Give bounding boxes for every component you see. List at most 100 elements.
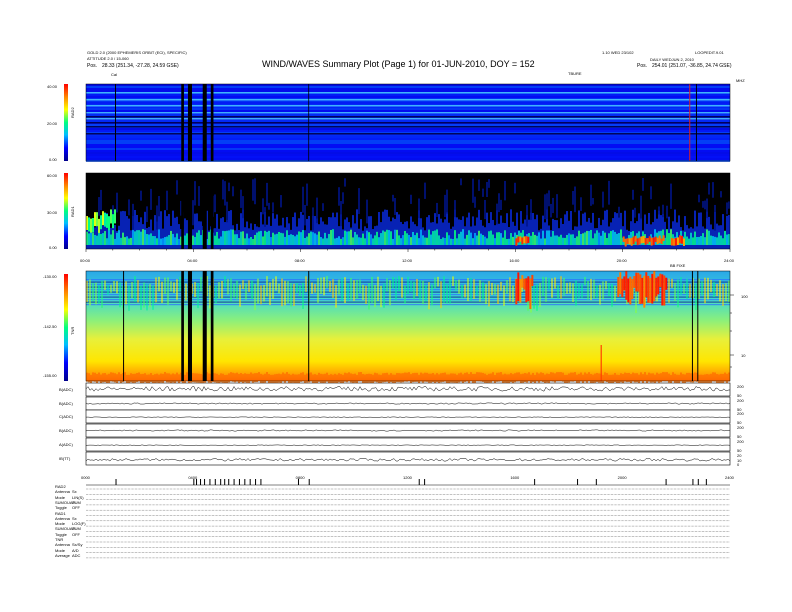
- tnr-bottom: [126, 374, 128, 384]
- info-key: Antenna: [55, 489, 70, 495]
- tnr-emission: [572, 283, 574, 302]
- tnr-label: TNR: [70, 326, 75, 335]
- rad1-streak: [268, 202, 270, 210]
- rad1-emission: [472, 238, 474, 245]
- tnr-intense: [619, 272, 622, 295]
- time-tick-label: 0000: [81, 475, 90, 480]
- tnr-bottom: [94, 372, 96, 382]
- rad1-streak: [544, 194, 546, 220]
- tnr-intense: [531, 274, 534, 287]
- rad1-emission: [364, 238, 366, 245]
- rad1-emission: [264, 230, 266, 245]
- tnr-bottom: [460, 372, 462, 382]
- rad1-streak: [650, 186, 652, 200]
- rad1-emission: [390, 231, 392, 245]
- tnr-bottom: [702, 374, 704, 384]
- tnr-emission: [584, 276, 586, 286]
- tnr-bottom: [564, 374, 566, 384]
- rad1-emission: [192, 235, 194, 245]
- trace-right-tick: 200: [737, 384, 744, 389]
- tnr-bottom: [242, 374, 244, 384]
- tnr-bottom: [326, 372, 328, 382]
- tnr-emission: [410, 280, 412, 292]
- rad1-emission: [458, 233, 460, 245]
- rad1-streak: [608, 180, 610, 205]
- time-tick-label: 1200: [403, 475, 412, 480]
- rad1-streak: [658, 206, 660, 215]
- rad1-emission: [280, 232, 282, 245]
- event-tick: [595, 479, 597, 485]
- tnr-bottom: [164, 372, 166, 382]
- rad1-emission: [466, 234, 468, 245]
- tnr-bottom: [236, 372, 238, 382]
- tnr-emission: [536, 284, 538, 311]
- info-key: Antenna: [55, 515, 70, 521]
- tnr-emission: [383, 283, 385, 308]
- tnr-emission: [377, 276, 379, 301]
- rad1-data-gap: [202, 173, 207, 249]
- rad1-emission: [412, 231, 414, 245]
- tnr-bottom: [170, 374, 172, 384]
- info-key: RAD2: [55, 484, 66, 489]
- rad1-emission: [392, 238, 394, 245]
- tnr-bottom: [508, 374, 510, 384]
- tnr-bottom: [658, 373, 660, 383]
- rad1-streak: [116, 192, 118, 213]
- rad1-emission: [582, 233, 584, 245]
- tnr-emission: [482, 282, 484, 300]
- tnr-emission: [728, 280, 730, 302]
- tnr-bottom: [578, 373, 580, 383]
- tnr-emission: [89, 279, 91, 306]
- rad1-streak: [280, 195, 282, 208]
- rad1-streak: [714, 204, 716, 231]
- info-grid: [86, 488, 730, 559]
- rad1-emission: [596, 230, 598, 245]
- tnr-emission: [230, 278, 232, 302]
- tnr-emission: [173, 282, 175, 293]
- tnr-bottom: [344, 372, 346, 382]
- rad1-emission: [538, 232, 540, 245]
- rad1-intense: [680, 235, 683, 244]
- time-tick-label: 00:00: [80, 258, 91, 263]
- rad1-emission: [140, 231, 142, 245]
- rad1-tick-bottom: 0.00: [49, 245, 57, 250]
- rad1-intense: [678, 235, 681, 244]
- tnr-bottom: [484, 373, 486, 383]
- rad1-emission: [620, 229, 622, 245]
- tnr-bottom: [258, 372, 260, 382]
- tnr-emission: [149, 283, 151, 308]
- tnr-emission: [356, 279, 358, 299]
- rad1-emission: [408, 234, 410, 245]
- rad1-streak: [176, 180, 178, 195]
- info-value: OFF: [72, 531, 80, 537]
- rad1-emission: [226, 230, 228, 245]
- tnr-bottom: [152, 374, 154, 384]
- rad1-streak: [446, 189, 448, 214]
- rad1-emission: [698, 236, 700, 245]
- rad1-emission: [374, 235, 376, 245]
- tnr-bottom: [348, 372, 350, 382]
- tnr-emission: [542, 276, 544, 297]
- trace-label: C(ADC): [59, 414, 73, 419]
- tnr-bottom: [392, 374, 394, 384]
- rad1-emission: [132, 230, 134, 245]
- tnr-emission: [254, 284, 256, 311]
- tnr-bottom: [238, 373, 240, 383]
- tnr-emission: [293, 283, 295, 306]
- tnr-emission: [452, 276, 454, 286]
- rad1-burst: [94, 212, 96, 227]
- rad1-emission: [688, 238, 690, 245]
- rad1-streak: [242, 196, 244, 219]
- rad1-intense: [670, 238, 673, 246]
- rad1-streak: [530, 199, 532, 221]
- rad1-streak: [156, 205, 158, 230]
- tnr-intense: [643, 275, 646, 308]
- tnr-bottom: [386, 372, 388, 382]
- rad1-emission: [554, 235, 556, 245]
- tnr-bottom: [468, 374, 470, 384]
- tnr-emission: [224, 276, 226, 288]
- tnr-intense: [517, 272, 520, 301]
- rad1-streak: [240, 189, 242, 208]
- tnr-emission: [476, 285, 478, 296]
- rad1-data-gap: [181, 173, 184, 249]
